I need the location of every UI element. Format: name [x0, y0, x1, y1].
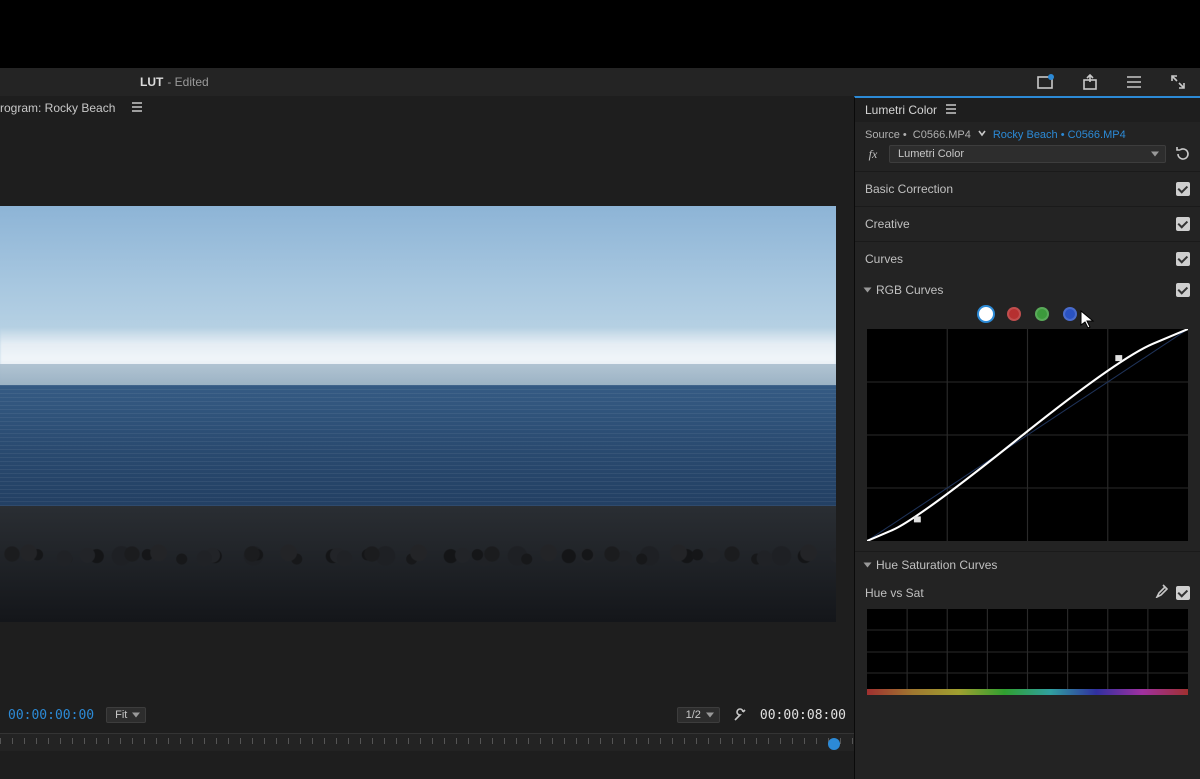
rgb-channel-selector — [855, 303, 1200, 329]
program-monitor-header: rogram: Rocky Beach — [0, 96, 854, 120]
section-toggle-creative[interactable] — [1176, 217, 1190, 231]
workspace-title-suffix: - Edited — [167, 75, 208, 89]
program-monitor-controls: 00:00:00:00 Fit 1/2 00:00:08:00 — [0, 701, 854, 729]
timecode-out[interactable]: 00:00:08:00 — [760, 708, 846, 723]
playhead-marker[interactable] — [828, 738, 840, 750]
source-clip-name: C0566.MP4 — [913, 129, 971, 141]
new-workspace-icon[interactable] — [1032, 68, 1060, 96]
section-label-creative: Creative — [865, 217, 910, 231]
hamburger-menu-icon[interactable] — [1120, 68, 1148, 96]
settings-wrench-icon[interactable] — [732, 707, 748, 723]
section-curves[interactable]: Curves — [855, 241, 1200, 276]
export-share-icon[interactable] — [1076, 68, 1104, 96]
channel-white-button[interactable] — [979, 307, 993, 321]
program-sequence-name: rogram: Rocky Beach — [0, 101, 115, 115]
subsection-hue-sat-curves[interactable]: Hue Saturation Curves — [855, 551, 1200, 578]
disclosure-triangle-icon[interactable] — [864, 563, 872, 568]
channel-blue-button[interactable] — [1063, 307, 1077, 321]
program-monitor-viewport[interactable] — [0, 206, 836, 622]
section-label-curves: Curves — [865, 252, 903, 266]
section-label-basic: Basic Correction — [865, 182, 953, 196]
eyedropper-icon[interactable] — [1154, 584, 1168, 601]
channel-red-button[interactable] — [1007, 307, 1021, 321]
panel-menu-icon[interactable] — [131, 101, 143, 115]
hue-sat-curves-label: Hue Saturation Curves — [876, 558, 997, 572]
hue-gradient-strip — [867, 689, 1188, 695]
rgb-curve-graph[interactable] — [867, 329, 1188, 541]
reset-effect-icon[interactable] — [1174, 146, 1190, 162]
subsection-rgb-curves[interactable]: RGB Curves — [855, 276, 1200, 303]
lumetri-source-row: Source • C0566.MP4 Rocky Beach • C0566.M… — [855, 122, 1200, 143]
section-toggle-curves[interactable] — [1176, 252, 1190, 266]
timecode-in[interactable]: 00:00:00:00 — [8, 708, 94, 723]
rgb-curves-label: RGB Curves — [876, 283, 943, 297]
workspace-title: LUT — [140, 75, 163, 89]
fx-badge-icon[interactable]: fx — [865, 147, 881, 162]
window-black-topbar — [0, 0, 1200, 68]
hue-vs-sat-row: Hue vs Sat — [855, 578, 1200, 605]
lumetri-tab-label[interactable]: Lumetri Color — [865, 103, 937, 117]
program-monitor-ruler[interactable] — [0, 733, 854, 751]
channel-green-button[interactable] — [1035, 307, 1049, 321]
source-prefix: Source • — [865, 129, 907, 141]
program-monitor-panel: rogram: Rocky Beach 00:00:00:00 Fit 1/2 — [0, 96, 854, 779]
lumetri-panel-tabbar: Lumetri Color — [855, 98, 1200, 122]
preview-rocks — [0, 506, 836, 622]
fullscreen-icon[interactable] — [1164, 68, 1192, 96]
rgb-curves-toggle[interactable] — [1176, 283, 1190, 297]
fx-effect-row: fx Lumetri Color — [855, 143, 1200, 171]
section-toggle-basic[interactable] — [1176, 182, 1190, 196]
hue-vs-sat-label: Hue vs Sat — [865, 586, 924, 600]
panel-menu-icon[interactable] — [945, 103, 957, 117]
lumetri-color-panel: Lumetri Color Source • C0566.MP4 Rocky B… — [854, 96, 1200, 779]
effect-name-dropdown[interactable]: Lumetri Color — [889, 145, 1166, 163]
sequence-clip-link[interactable]: Rocky Beach • C0566.MP4 — [993, 129, 1126, 141]
resolution-dropdown[interactable]: 1/2 — [677, 707, 720, 723]
titlebar: LUT - Edited — [0, 68, 1200, 96]
source-chevron-icon[interactable] — [977, 128, 987, 141]
disclosure-triangle-icon[interactable] — [864, 287, 872, 292]
hue-vs-sat-toggle[interactable] — [1176, 586, 1190, 600]
hue-vs-sat-graph[interactable] — [867, 609, 1188, 695]
zoom-fit-dropdown[interactable]: Fit — [106, 707, 146, 723]
section-creative[interactable]: Creative — [855, 206, 1200, 241]
section-basic-correction[interactable]: Basic Correction — [855, 171, 1200, 206]
